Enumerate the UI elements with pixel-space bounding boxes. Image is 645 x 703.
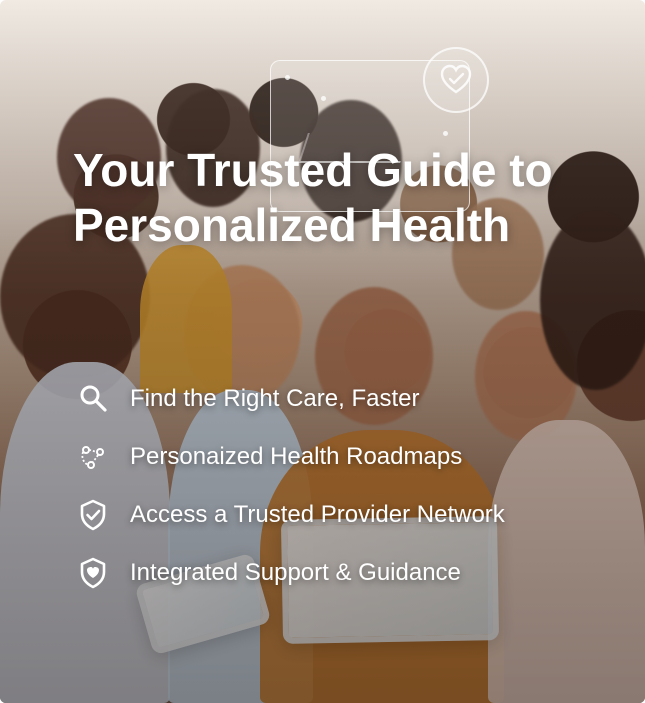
roadmap-icon — [81, 446, 104, 469]
feature-find-care: Find the Right Care, Faster — [76, 370, 556, 428]
headline-line-1: Your Trusted Guide to — [73, 144, 553, 196]
feature-label: Access a Trusted Provider Network — [130, 501, 505, 528]
overlay-dot — [321, 96, 326, 101]
overlay-dot — [443, 131, 448, 136]
feature-list: Find the Right Care, Faster Personaized … — [76, 370, 556, 602]
shield-check-icon — [80, 499, 106, 531]
feature-label: Personaized Health Roadmaps — [130, 443, 463, 470]
headline-line-2: Personalized Health — [73, 199, 511, 251]
feature-label: Integrated Support & Guidance — [130, 559, 461, 586]
search-icon — [80, 385, 107, 412]
heart-shield-icon — [80, 557, 106, 589]
feature-support-guidance: Integrated Support & Guidance — [76, 544, 556, 602]
hero-headline: Your Trusted Guide to Personalized Healt… — [73, 143, 613, 253]
feature-provider-network: Access a Trusted Provider Network — [76, 486, 556, 544]
feature-label: Find the Right Care, Faster — [130, 385, 420, 412]
heart-check-icon — [423, 47, 489, 113]
health-hero-card: Your Trusted Guide to Personalized Healt… — [0, 0, 645, 703]
overlay-dot — [285, 75, 290, 80]
feature-health-roadmaps: Personaized Health Roadmaps — [76, 428, 556, 486]
